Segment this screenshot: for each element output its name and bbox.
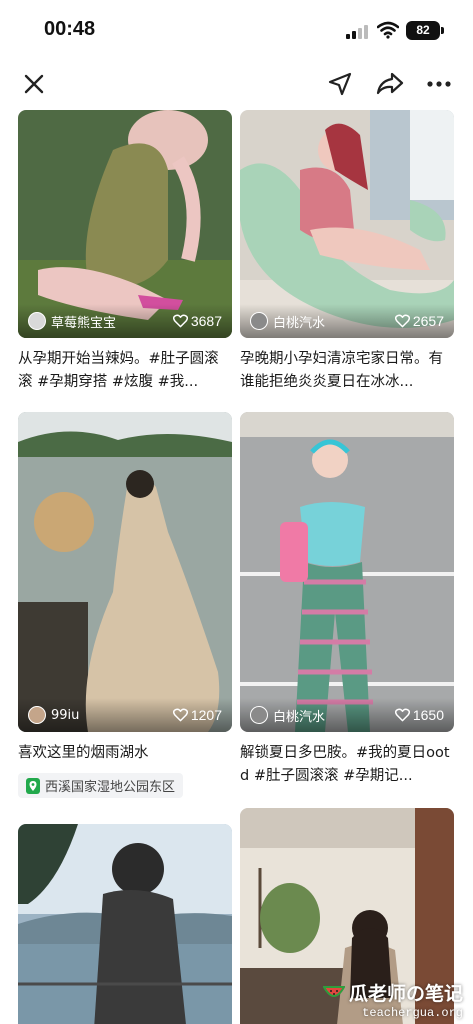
card-title[interactable]: 喜欢这里的烟雨湖水 bbox=[18, 742, 232, 765]
feed-card[interactable] bbox=[18, 824, 232, 1024]
card-title[interactable]: 从孕期开始当辣妈。#肚子圆滚滚 #孕期穿搭 #炫腹 #我... bbox=[18, 348, 232, 394]
author-name: 99iu bbox=[51, 707, 80, 723]
like-count: 1650 bbox=[412, 707, 444, 723]
heart-icon bbox=[394, 314, 410, 328]
avatar bbox=[250, 312, 268, 330]
like-count: 1207 bbox=[190, 707, 222, 723]
author[interactable]: 草莓熊宝宝 bbox=[28, 312, 116, 331]
feed-card[interactable]: 白桃汽水 2657 孕晚期小孕妇清凉宅家日常。有谁能拒绝炎炎夏日在冰冰... bbox=[240, 110, 454, 394]
photo-placeholder bbox=[240, 412, 454, 732]
status-bar: 00:48 82 bbox=[0, 0, 473, 58]
card-title[interactable]: 孕晚期小孕妇清凉宅家日常。有谁能拒绝炎炎夏日在冰冰... bbox=[240, 348, 454, 394]
avatar bbox=[28, 312, 46, 330]
share-button[interactable] bbox=[374, 68, 406, 100]
author[interactable]: 99iu bbox=[28, 706, 79, 724]
card-meta: 白桃汽水 1650 bbox=[240, 698, 454, 732]
location-tag[interactable]: 西溪国家湿地公园东区 bbox=[18, 773, 184, 798]
status-time: 00:48 bbox=[44, 18, 96, 40]
top-nav bbox=[0, 58, 473, 110]
feed-card[interactable]: 白桃汽水 1650 解锁夏日多巴胺。#我的夏日ootd #肚子圆滚滚 #孕期记.… bbox=[240, 412, 454, 788]
close-icon bbox=[24, 74, 44, 94]
feed-grid: 草莓熊宝宝 3687 从孕期开始当辣妈。#肚子圆滚滚 #孕期穿搭 #炫腹 #我.… bbox=[0, 110, 473, 1024]
feed-card[interactable]: 99iu 1207 喜欢这里的烟雨湖水 西溪国家湿地公园东区 bbox=[18, 412, 232, 798]
send-button[interactable] bbox=[324, 68, 356, 100]
card-meta: 99iu 1207 bbox=[18, 698, 232, 732]
photo-placeholder bbox=[18, 824, 232, 1024]
watermark: 瓜老师の笔记 teachergua.org bbox=[322, 979, 463, 1020]
heart-icon bbox=[394, 708, 410, 722]
author-name: 白桃汽水 bbox=[273, 709, 326, 725]
avatar bbox=[28, 706, 46, 724]
like-button[interactable]: 1207 bbox=[172, 707, 222, 723]
close-button[interactable] bbox=[18, 68, 50, 100]
heart-icon bbox=[172, 708, 188, 722]
like-count: 3687 bbox=[190, 313, 222, 329]
location-pin-icon bbox=[26, 777, 40, 794]
watermark-title: 瓜老师の笔记 bbox=[322, 979, 463, 1006]
author[interactable]: 白桃汽水 bbox=[250, 312, 325, 331]
battery-indicator: 82 bbox=[406, 21, 440, 40]
more-dots-icon bbox=[427, 81, 451, 87]
card-meta: 白桃汽水 2657 bbox=[240, 304, 454, 338]
battery-cap bbox=[441, 27, 444, 34]
feed-card[interactable]: 草莓熊宝宝 3687 从孕期开始当辣妈。#肚子圆滚滚 #孕期穿搭 #炫腹 #我.… bbox=[18, 110, 232, 394]
author-name: 白桃汽水 bbox=[273, 315, 326, 331]
forward-arrow-icon bbox=[376, 72, 404, 95]
location-name: 西溪国家湿地公园东区 bbox=[45, 780, 176, 795]
more-button[interactable] bbox=[423, 68, 455, 100]
heart-icon bbox=[172, 314, 188, 328]
cellular-signal-icon bbox=[346, 25, 370, 39]
like-button[interactable]: 1650 bbox=[394, 707, 444, 723]
card-image[interactable]: 白桃汽水 2657 bbox=[240, 110, 454, 338]
like-button[interactable]: 3687 bbox=[172, 313, 222, 329]
card-image[interactable]: 99iu 1207 bbox=[18, 412, 232, 732]
card-image[interactable]: 白桃汽水 1650 bbox=[240, 412, 454, 732]
author[interactable]: 白桃汽水 bbox=[250, 706, 325, 725]
author-name: 草莓熊宝宝 bbox=[51, 315, 117, 331]
watermark-url: teachergua.org bbox=[362, 1006, 463, 1020]
send-arrow-icon bbox=[328, 72, 352, 96]
like-count: 2657 bbox=[412, 313, 444, 329]
avatar bbox=[250, 706, 268, 724]
like-button[interactable]: 2657 bbox=[394, 313, 444, 329]
watermark-text: 瓜老师の笔记 bbox=[348, 983, 463, 1005]
photo-placeholder bbox=[18, 412, 232, 732]
watermelon-logo-icon bbox=[322, 985, 345, 997]
card-meta: 草莓熊宝宝 3687 bbox=[18, 304, 232, 338]
card-title[interactable]: 解锁夏日多巴胺。#我的夏日ootd #肚子圆滚滚 #孕期记... bbox=[240, 742, 454, 788]
card-image[interactable] bbox=[18, 824, 232, 1024]
wifi-icon bbox=[376, 21, 400, 43]
card-image[interactable]: 草莓熊宝宝 3687 bbox=[18, 110, 232, 338]
